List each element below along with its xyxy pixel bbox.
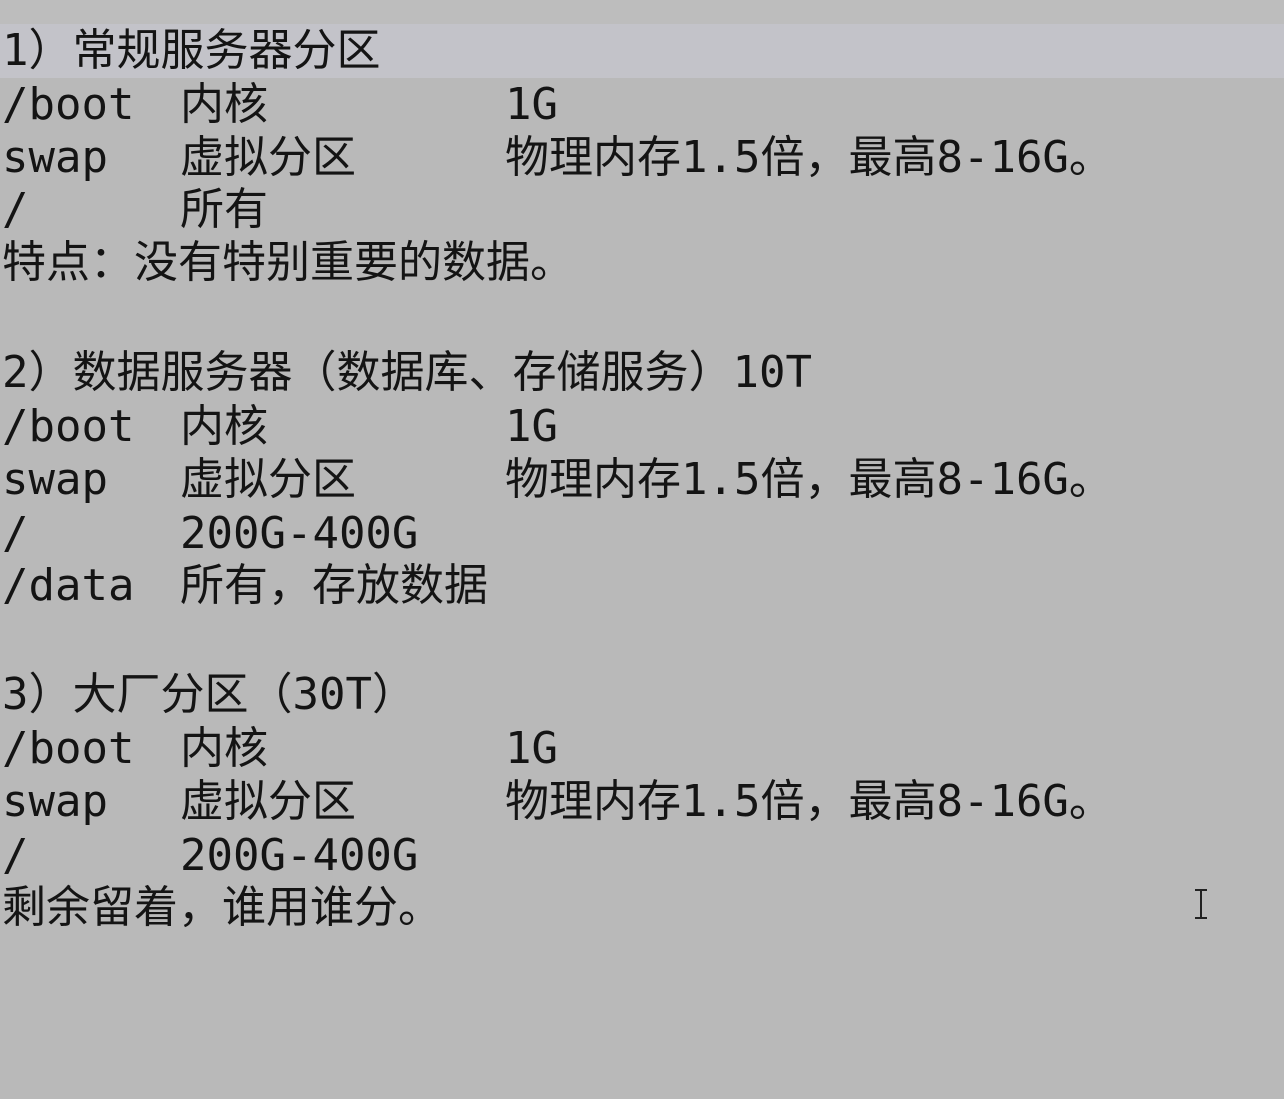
partition-size: 1G — [505, 723, 558, 774]
partition-path: swap — [2, 776, 108, 827]
section-2-heading: 2）数据服务器（数据库、存储服务）10T — [2, 346, 812, 400]
section-heading-text: 2）数据服务器（数据库、存储服务）10T — [2, 347, 812, 398]
section-1-row-root: / 所有 — [2, 183, 268, 237]
partition-path: swap — [2, 132, 108, 183]
editor-top-band — [0, 0, 1284, 24]
partition-desc: 200G-400G — [180, 830, 419, 881]
partition-path: /data — [2, 560, 135, 611]
partition-desc: 内核 — [180, 401, 268, 452]
section-2-row-data: /data 所有，存放数据 — [2, 559, 488, 613]
partition-path: /boot — [2, 79, 135, 130]
section-2-row-swap: swap 虚拟分区 物理内存1.5倍，最高8-16G。 — [2, 453, 1113, 507]
section-1-row-boot: /boot 内核 1G — [2, 78, 558, 132]
partition-path: / — [2, 184, 29, 235]
section-3-row-root: / 200G-400G — [2, 829, 418, 883]
section-note-text: 剩余留着，谁用谁分。 — [2, 882, 442, 933]
partition-desc: 虚拟分区 — [180, 454, 356, 505]
partition-path: /boot — [2, 723, 135, 774]
section-heading-text: 1）常规服务器分区 — [2, 25, 381, 76]
section-2-row-boot: /boot 内核 1G — [2, 400, 558, 454]
partition-size: 物理内存1.5倍，最高8-16G。 — [505, 132, 1113, 183]
section-3-note: 剩余留着，谁用谁分。 — [2, 881, 442, 935]
section-1-heading: 1）常规服务器分区 — [2, 24, 381, 78]
partition-size: 物理内存1.5倍，最高8-16G。 — [505, 776, 1113, 827]
section-3-row-boot: /boot 内核 1G — [2, 722, 558, 776]
section-3-heading: 3）大厂分区（30T） — [2, 668, 416, 722]
partition-desc: 所有，存放数据 — [180, 560, 488, 611]
text-cursor-ibeam-icon — [1192, 886, 1210, 922]
text-editor[interactable]: 1）常规服务器分区 /boot 内核 1G swap 虚拟分区 物理内存1.5倍… — [0, 0, 1284, 968]
partition-path: swap — [2, 454, 108, 505]
section-3-row-swap: swap 虚拟分区 物理内存1.5倍，最高8-16G。 — [2, 775, 1113, 829]
section-note-text: 特点：没有特别重要的数据。 — [2, 237, 574, 288]
partition-desc: 所有 — [180, 184, 268, 235]
partition-path: / — [2, 508, 29, 559]
partition-desc: 虚拟分区 — [180, 132, 356, 183]
partition-path: /boot — [2, 401, 135, 452]
partition-desc: 虚拟分区 — [180, 776, 356, 827]
section-1-row-swap: swap 虚拟分区 物理内存1.5倍，最高8-16G。 — [2, 131, 1113, 185]
section-2-row-root: / 200G-400G — [2, 507, 418, 561]
partition-size: 1G — [505, 401, 558, 452]
section-1-note: 特点：没有特别重要的数据。 — [2, 236, 574, 290]
partition-size: 物理内存1.5倍，最高8-16G。 — [505, 454, 1113, 505]
section-heading-text: 3）大厂分区（30T） — [2, 669, 416, 720]
partition-desc: 200G-400G — [180, 508, 419, 559]
partition-path: / — [2, 830, 29, 881]
partition-size: 1G — [505, 79, 558, 130]
partition-desc: 内核 — [180, 79, 268, 130]
partition-desc: 内核 — [180, 723, 268, 774]
